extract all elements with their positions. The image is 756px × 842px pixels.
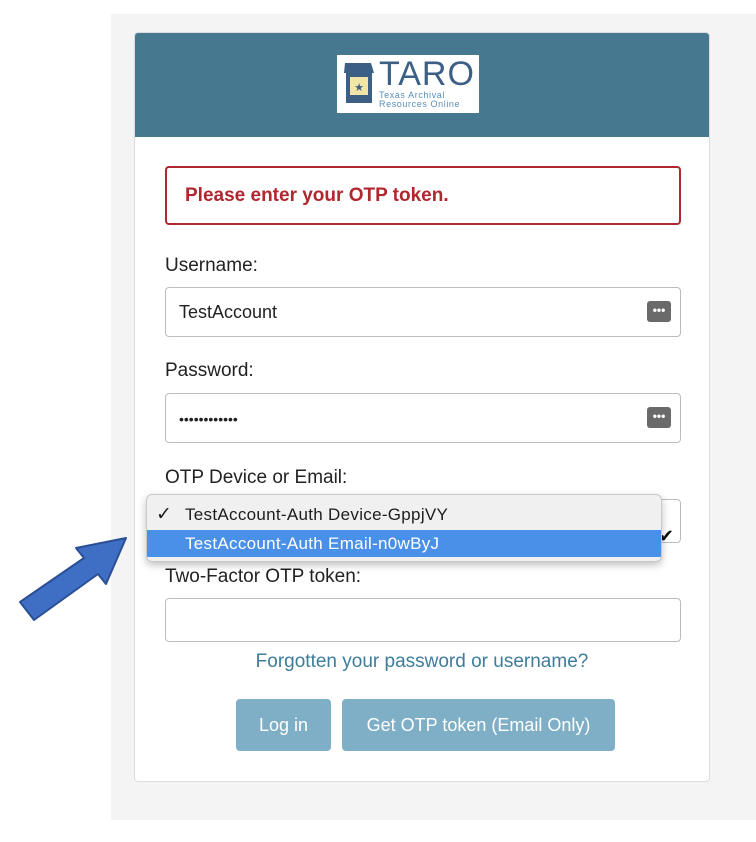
option-label: TestAccount-Auth Email-n0wByJ <box>185 534 440 553</box>
svg-text:★: ★ <box>354 81 364 94</box>
logo-wordmark: TARO <box>379 55 475 93</box>
option-label: TestAccount-Auth Device-GppjVY <box>185 505 449 524</box>
username-value: TestAccount <box>179 302 278 322</box>
checkmark-icon: ✓ <box>156 504 173 525</box>
logo-subtitle: Texas Archival Resources Online <box>379 90 461 109</box>
card-header: ★ TARO Texas Archival Resources Online <box>135 33 709 137</box>
password-label: Password: <box>165 360 254 381</box>
password-value: •••••••••••• <box>179 411 238 427</box>
login-button[interactable]: Log in <box>236 699 331 751</box>
otp-device-dropdown[interactable]: ✓ TestAccount-Auth Device-GppjVY TestAcc… <box>146 494 662 562</box>
error-alert: Please enter your OTP token. <box>165 166 681 225</box>
login-card: ★ TARO Texas Archival Resources Online P… <box>134 32 710 782</box>
password-manager-icon[interactable]: ••• <box>647 407 671 428</box>
forgot-credentials-link[interactable]: Forgotten your password or username? <box>135 651 709 673</box>
get-otp-button[interactable]: Get OTP token (Email Only) <box>342 699 615 751</box>
otp-token-input[interactable] <box>165 598 681 642</box>
taro-logo: ★ TARO Texas Archival Resources Online <box>337 55 479 113</box>
otp-token-label: Two-Factor OTP token: <box>165 566 362 587</box>
password-input[interactable]: •••••••••••• ••• <box>165 393 681 443</box>
password-manager-icon[interactable]: ••• <box>647 301 671 322</box>
username-input[interactable]: TestAccount ••• <box>165 287 681 337</box>
pointer-arrow-icon <box>19 537 127 621</box>
archive-box-icon: ★ <box>344 63 374 103</box>
dropdown-option-device[interactable]: ✓ TestAccount-Auth Device-GppjVY <box>147 501 661 528</box>
otp-device-label: OTP Device or Email: <box>165 467 348 488</box>
username-label: Username: <box>165 255 258 276</box>
dropdown-option-email[interactable]: TestAccount-Auth Email-n0wByJ <box>147 530 661 557</box>
